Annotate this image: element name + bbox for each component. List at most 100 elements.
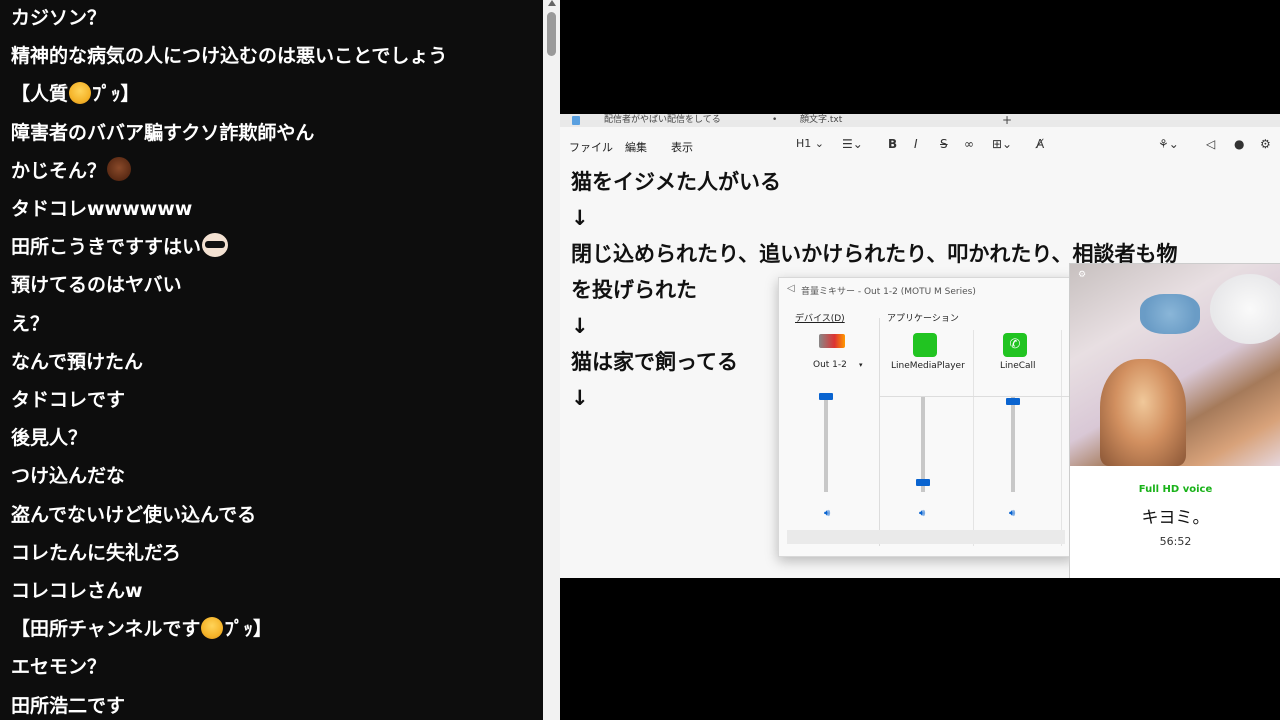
device-header: デバイス(D) (795, 314, 845, 324)
chat-message-text: 田所浩二です (11, 694, 126, 717)
gear-icon[interactable]: ⚙ (1260, 137, 1271, 151)
app-name: LineCall (1000, 361, 1036, 371)
phone-icon: ✆ (1003, 333, 1027, 357)
mixer-title: 音量ミキサー - Out 1-2 (MOTU M Series) (801, 287, 976, 297)
chat-message: え？ (11, 305, 49, 343)
chat-message: 後見人？ (11, 419, 87, 457)
chat-scrollbar[interactable] (543, 0, 560, 720)
chat-message: 盗んでないけど使い込んでる (11, 496, 256, 534)
call-quality-label: Full HD voice (1138, 484, 1213, 495)
notepad-menubar: ファイル 編集 表示 H1 ⌄ ☰⌄ B I S ∞ ⊞⌄ A̸ ⚘⌄ ◁ ● … (560, 127, 1280, 165)
tab-emoticons[interactable]: 顔文字.txt (800, 114, 842, 127)
tab-close-dot[interactable]: • (772, 114, 777, 127)
tab-current[interactable]: 配信者がやばい配信をしてる (604, 114, 721, 127)
smirking-face-icon (69, 82, 92, 105)
chat-message-text: コレコレさんw (11, 580, 143, 602)
new-tab-button[interactable]: + (1002, 114, 1012, 127)
megaphone-icon[interactable]: ◁ (1206, 137, 1215, 151)
chevron-down-icon[interactable]: ▾ (859, 361, 863, 369)
linemediaplayer-icon (913, 333, 937, 357)
column-divider (1061, 330, 1062, 546)
device-volume-thumb[interactable] (819, 393, 833, 400)
copilot-icon[interactable]: ⚘⌄ (1158, 137, 1179, 151)
italic-icon[interactable]: I (914, 137, 918, 151)
linecall-speaker-icon[interactable]: 🔊︎ (1009, 508, 1015, 519)
chat-message: 田所浩二です (11, 687, 125, 720)
heading-select-value: H1 (796, 137, 812, 150)
chat-message-text: 預けてるのはヤバい (11, 274, 182, 297)
chat-message-text: つけ込んだな (11, 465, 126, 488)
linecall-volume-track[interactable] (1011, 396, 1015, 492)
call-duration: 56:52 (1159, 535, 1192, 548)
editor-line: 猫をイジメた人がいる (571, 170, 781, 194)
device-icon (819, 334, 845, 348)
chat-message-text: コレたんに失礼だろ (11, 541, 181, 564)
chat-message: 【田所チャンネルです ﾌﾟｯ】 (11, 610, 272, 648)
heading-select[interactable]: H1 ⌄ (796, 137, 824, 150)
notepad-icon (572, 116, 580, 125)
gear-icon[interactable]: ⚙ (1078, 270, 1086, 280)
chat-message: コレコレさんw (11, 572, 143, 610)
speaker-icon: ◁ (787, 283, 795, 294)
sunglasses-face-icon (202, 233, 229, 258)
chat-message: コレたんに失礼だろ (11, 534, 181, 572)
editor-line: を投げられた (571, 278, 697, 302)
chat-message-text: 【人質 (11, 83, 69, 106)
chat-message-text: 【田所チャンネルです (11, 618, 201, 641)
chat-message-text: エセモン？ (11, 656, 107, 679)
chat-message-text: え？ (11, 312, 50, 335)
chat-message: 障害者のババア騙すクソ詐欺師やん (11, 114, 314, 152)
bold-icon[interactable]: B (888, 137, 897, 151)
device-volume-track[interactable] (824, 396, 828, 492)
chat-message: タドコレwwwwww (11, 190, 192, 228)
account-icon[interactable]: ● (1234, 137, 1244, 151)
chat-message: 預けてるのはヤバい (11, 266, 182, 304)
strikethrough-icon[interactable]: S (940, 137, 948, 151)
chat-message: カジソン？ (11, 0, 106, 37)
editor-line: ↓ (571, 314, 589, 338)
scroll-thumb[interactable] (547, 12, 556, 56)
linemediaplayer-speaker-icon[interactable]: 🔊︎ (919, 508, 925, 519)
linemediaplayer-volume-track[interactable] (921, 396, 925, 492)
scroll-up-arrow[interactable] (548, 0, 556, 6)
chat-message: かじそん？ (11, 152, 132, 190)
face-sticker-icon (107, 156, 132, 181)
plush-toy (1210, 274, 1280, 344)
caller-name: キヨミ。 (1141, 508, 1210, 528)
cat (1100, 359, 1186, 466)
chat-message-text: カジソン？ (11, 7, 107, 29)
clear-format-icon[interactable]: A̸ (1036, 137, 1044, 151)
list-icon[interactable]: ☰⌄ (842, 137, 863, 151)
chat-message-text: タドコレです (11, 389, 126, 411)
chat-message: 精神的な病気の人につけ込むのは悪いことでしょう (11, 37, 447, 75)
chat-message: タドコレです (11, 381, 125, 419)
level-line (879, 396, 1073, 397)
menu-view[interactable]: 表示 (671, 139, 693, 155)
chat-message-suffix: ﾌﾟｯ】 (224, 618, 272, 641)
volume-mixer-window: ◁ 音量ミキサー - Out 1-2 (MOTU M Series) デバイス(… (778, 277, 1074, 557)
link-icon[interactable]: ∞ (964, 137, 974, 151)
plush-blue (1140, 294, 1200, 334)
smirking-face-icon (201, 617, 224, 640)
chat-message-text: 後見人？ (11, 427, 88, 450)
device-speaker-icon[interactable]: 🔊︎ (824, 508, 830, 519)
app-name: LineMediaPlayer (891, 361, 965, 371)
chat-message: 【人質 ﾌﾟｯ】 (11, 75, 140, 113)
menu-edit[interactable]: 編集 (625, 139, 647, 155)
stream-view: 配信者がやばい配信をしてる • 顔文字.txt + ファイル 編集 表示 H1 … (560, 114, 1280, 578)
line-call-window: ⚙ Full HD voice キヨミ。 56:52 (1069, 263, 1280, 578)
linemediaplayer-volume-thumb[interactable] (916, 479, 930, 487)
chat-message: 田所こうきですすはい (11, 228, 229, 266)
column-divider (879, 318, 880, 546)
call-video: ⚙ (1070, 264, 1280, 466)
menu-file[interactable]: ファイル (569, 139, 613, 155)
linecall-volume-thumb[interactable] (1006, 397, 1020, 405)
editor-line: ↓ (571, 206, 589, 230)
table-icon[interactable]: ⊞⌄ (992, 137, 1012, 151)
chat-message-text: 田所こうきですすはい (11, 236, 202, 259)
app-header: アプリケーション (887, 314, 959, 324)
mixer-bottom-bar (787, 530, 1065, 544)
chat-message-text: なんで預けたん (11, 350, 144, 373)
chat-message-suffix: ﾌﾟｯ】 (92, 83, 140, 106)
chat-message-text: 盗んでないけど使い込んでる (11, 503, 257, 526)
